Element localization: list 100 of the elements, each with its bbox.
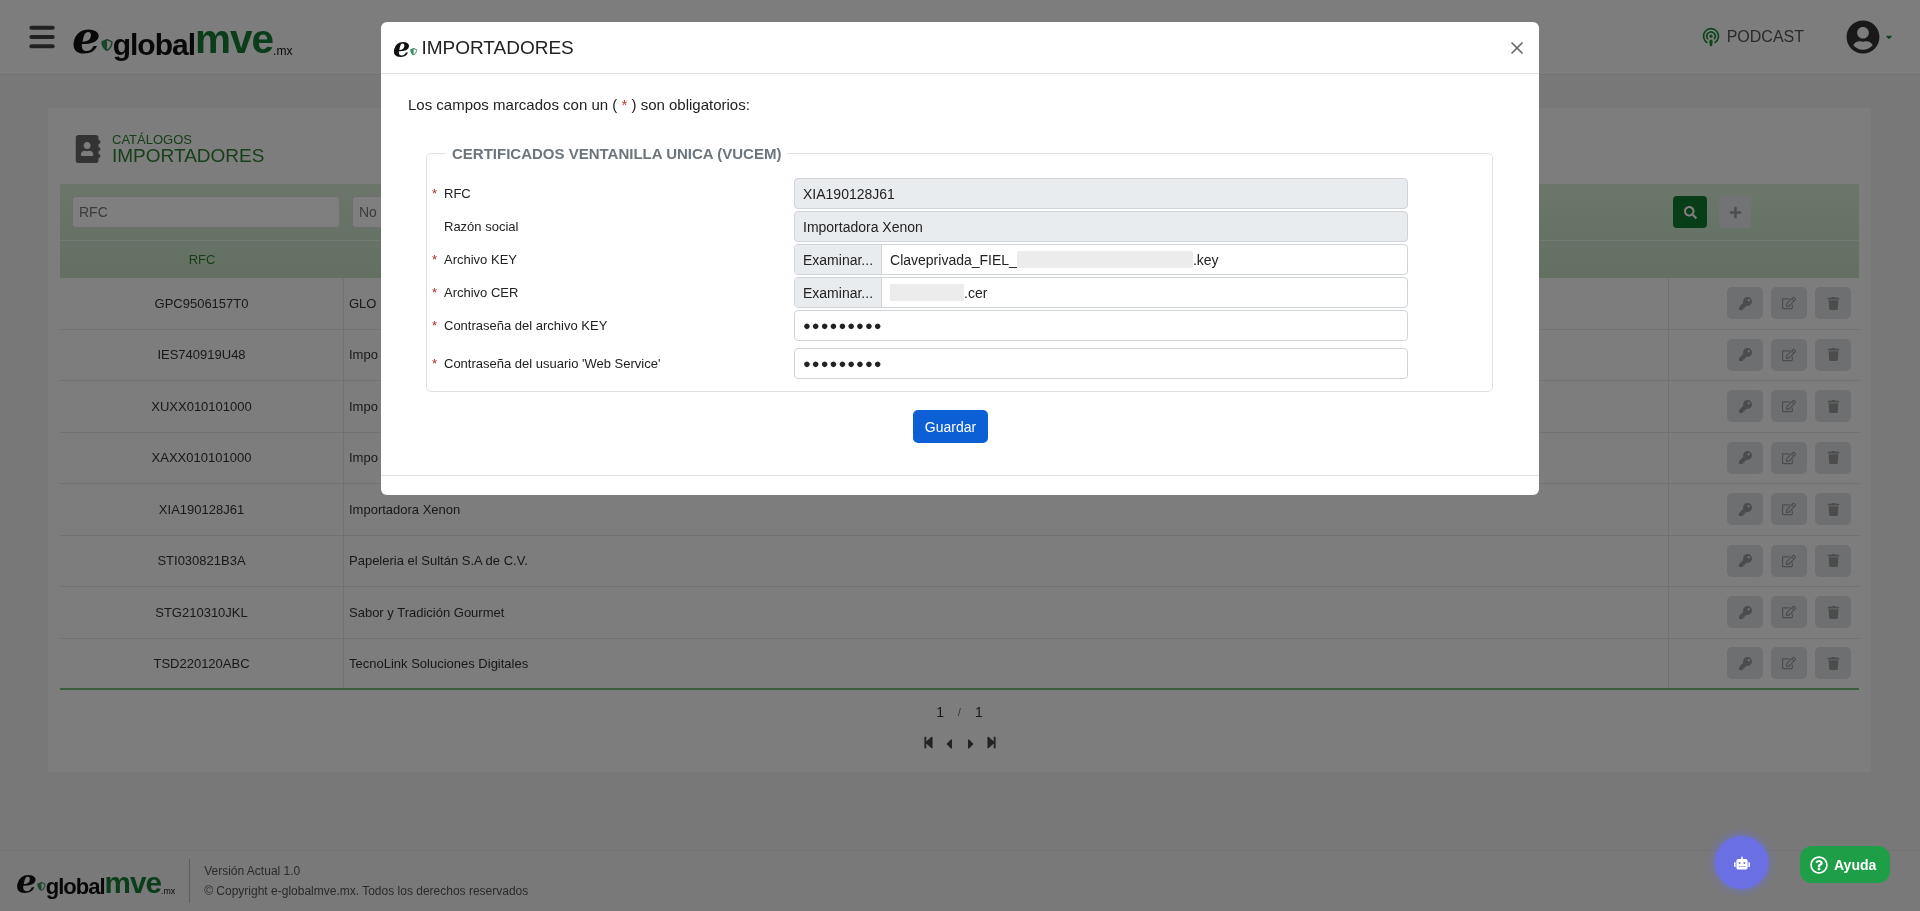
edit-icon (1782, 347, 1796, 362)
search-icon (1683, 205, 1697, 219)
modal-logo: e (393, 34, 418, 61)
key-button[interactable] (1727, 441, 1763, 474)
page-total: 1 (974, 704, 983, 720)
key-button[interactable] (1727, 544, 1763, 577)
delete-button[interactable] (1815, 287, 1851, 320)
key-button[interactable] (1727, 596, 1763, 629)
text-field[interactable]: XIA190128J61 (794, 178, 1408, 209)
table-cell: IES740919U48 (60, 329, 344, 380)
delete-button[interactable] (1815, 390, 1851, 423)
first-page-icon (921, 736, 935, 749)
key-icon (1738, 399, 1752, 413)
key-button[interactable] (1727, 287, 1763, 320)
modal-title: IMPORTADORES (421, 36, 574, 59)
key-button[interactable] (1727, 338, 1763, 371)
table-cell: XIA190128J61 (60, 484, 344, 535)
text-field[interactable]: Importadora Xenon (794, 211, 1408, 242)
trash-icon (1826, 502, 1840, 516)
table-cell: TSD220120ABC (60, 638, 344, 688)
trash-icon (1826, 399, 1840, 413)
file-field[interactable]: Examinar... Claveprivada_FIEL_ .key (794, 244, 1408, 275)
key-icon (1738, 656, 1752, 670)
edit-icon (1782, 399, 1796, 414)
delete-button[interactable] (1815, 596, 1851, 629)
edit-icon (1782, 605, 1796, 620)
delete-button[interactable] (1815, 493, 1851, 526)
edit-button[interactable] (1771, 287, 1807, 320)
file-field[interactable]: Examinar... .cer (794, 277, 1408, 308)
filter-field[interactable]: RFC (72, 196, 340, 228)
robot-icon (1733, 854, 1750, 871)
key-icon (1738, 451, 1752, 465)
shield-icon (100, 38, 113, 51)
edit-icon (1782, 502, 1796, 517)
brand-logo: e globalmve.mx (72, 14, 293, 60)
key-icon (1738, 605, 1752, 619)
shield-icon (410, 48, 418, 56)
page-title: IMPORTADORES (112, 146, 265, 165)
shield-icon (37, 882, 46, 891)
edit-button[interactable] (1771, 544, 1807, 577)
table-cell: STG210310JKL (60, 587, 344, 638)
edit-button[interactable] (1771, 441, 1807, 474)
edit-button[interactable] (1771, 596, 1807, 629)
table-cell: XAXX010101000 (60, 432, 344, 483)
password-field[interactable]: ●●●●●●●●● (794, 310, 1408, 341)
plus-icon (1728, 205, 1742, 219)
panel-legend: CERTIFICADOS VENTANILLA UNICA (VUCEM) (446, 145, 788, 162)
key-button[interactable] (1727, 390, 1763, 423)
delete-button[interactable] (1815, 441, 1851, 474)
key-button[interactable] (1727, 647, 1763, 680)
key-icon (1738, 502, 1752, 516)
delete-button[interactable] (1815, 647, 1851, 680)
copyright-text: © Copyright e-globalmve.mx. Todos los derechos reservados (204, 884, 529, 898)
key-button[interactable] (1727, 493, 1763, 526)
field-label: * Archivo CER (432, 285, 520, 300)
trash-icon (1826, 656, 1840, 670)
table-cell: XUXX010101000 (60, 381, 344, 432)
section-label: CATÁLOGOS (112, 133, 193, 146)
delete-button[interactable] (1815, 338, 1851, 371)
user-menu[interactable] (1846, 20, 1894, 54)
table-cell: TecnoLink Soluciones Digitales (344, 638, 1669, 688)
edit-icon (1782, 450, 1796, 465)
footer-logo: e globalmve.mx (16, 864, 176, 898)
trash-icon (1826, 296, 1840, 310)
help-icon (1810, 855, 1828, 874)
page-number: 1 (936, 704, 945, 720)
version-text: Versión Actual 1.0 (204, 864, 302, 878)
edit-icon (1782, 553, 1796, 568)
trash-icon (1826, 605, 1840, 619)
avatar-icon (1846, 20, 1880, 54)
search-button[interactable] (1673, 196, 1707, 228)
key-icon (1738, 554, 1752, 568)
field-label: * RFC (432, 186, 472, 201)
field-label: * Archivo KEY (432, 252, 518, 267)
edit-icon (1782, 656, 1796, 671)
page-separator: / (958, 706, 961, 718)
add-button[interactable] (1719, 196, 1751, 228)
edit-button[interactable] (1771, 647, 1807, 680)
edit-button[interactable] (1771, 390, 1807, 423)
required-notice: Los campos marcados con un ( * ) son obligatorios: (408, 96, 751, 113)
trash-icon (1826, 554, 1840, 568)
key-icon (1738, 348, 1752, 362)
edit-button[interactable] (1771, 493, 1807, 526)
browse-button[interactable]: Examinar... (795, 245, 883, 274)
podcast-link[interactable]: PODCAST (1700, 27, 1804, 47)
save-button[interactable]: Guardar (912, 410, 989, 443)
edit-icon (1782, 296, 1796, 311)
password-field[interactable]: ●●●●●●●●● (794, 348, 1408, 379)
field-label: * Contraseña del usuario 'Web Service' (432, 356, 662, 371)
table-cell: Sabor y Tradición Gourmet (344, 587, 1669, 638)
browse-button[interactable]: Examinar... (795, 278, 883, 307)
table-cell: STI030821B3A (60, 535, 344, 586)
contact-book-icon (74, 135, 102, 163)
last-page-icon (984, 736, 998, 749)
delete-button[interactable] (1815, 544, 1851, 577)
trash-icon (1826, 348, 1840, 362)
trash-icon (1826, 451, 1840, 465)
field-label: Razón social (443, 219, 520, 234)
edit-button[interactable] (1771, 338, 1807, 371)
file-name: .cer (882, 284, 988, 301)
